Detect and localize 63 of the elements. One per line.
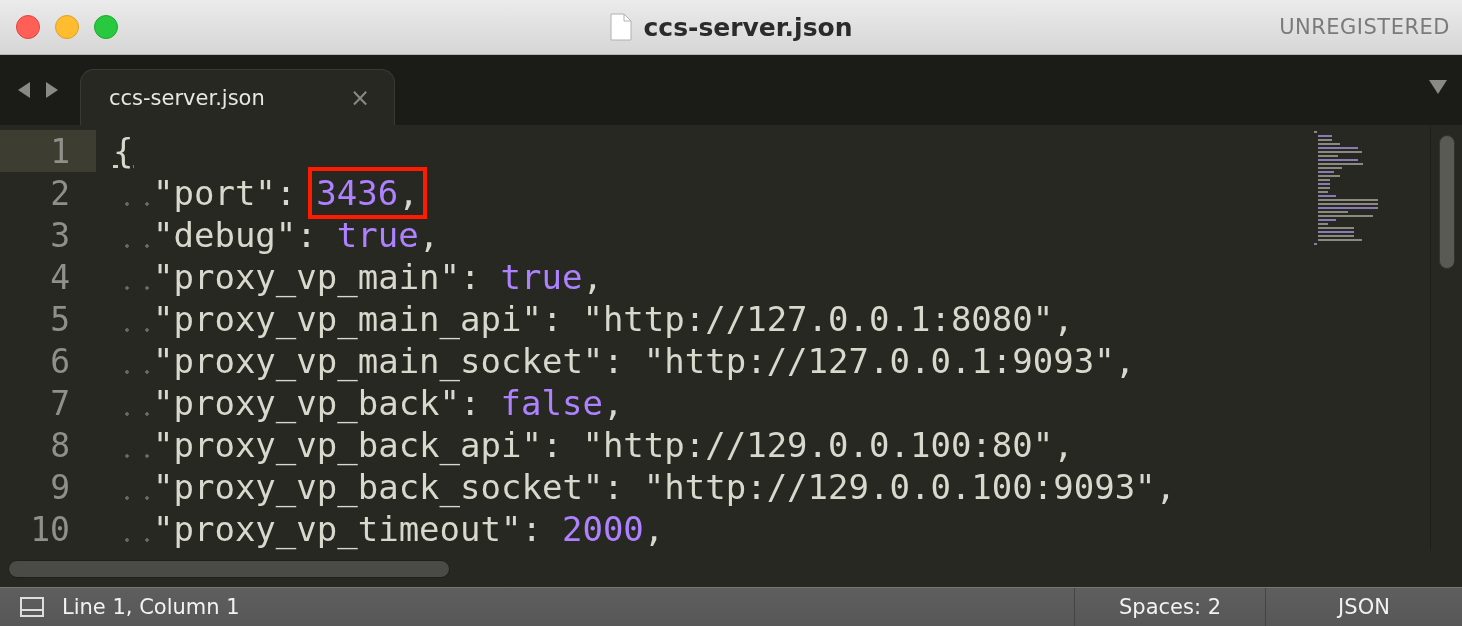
- line-number: 3: [50, 215, 70, 255]
- line-number: 5: [50, 299, 70, 339]
- file-tab[interactable]: ccs-server.json ×: [80, 69, 395, 125]
- line-number: 4: [50, 257, 70, 297]
- boolean-value: true: [336, 215, 419, 255]
- brace: {: [113, 131, 134, 171]
- panel-icon[interactable]: [20, 597, 44, 617]
- punctuation: ,: [1053, 425, 1074, 465]
- string-value: "http://129.0.0.100:80": [582, 425, 1054, 465]
- punctuation: ,: [418, 215, 440, 255]
- line-number: 10: [30, 509, 70, 549]
- punctuation: :: [603, 341, 624, 381]
- string-value: "http://129.0.0.100:9093": [643, 467, 1156, 507]
- close-tab-button[interactable]: ×: [349, 83, 370, 112]
- string-value: "http://127.0.0.1:8080": [582, 299, 1054, 339]
- punctuation: :: [460, 257, 481, 297]
- number-value: 3436: [316, 173, 399, 213]
- punctuation: ,: [1155, 467, 1177, 507]
- json-key: "port": [153, 173, 276, 213]
- punctuation: ,: [582, 257, 603, 297]
- punctuation: :: [541, 299, 563, 339]
- syntax-button[interactable]: JSON: [1265, 588, 1462, 626]
- punctuation: ,: [602, 383, 624, 423]
- punctuation: :: [541, 425, 563, 465]
- punctuation: :: [275, 173, 297, 213]
- scrollbar-thumb[interactable]: [8, 560, 450, 578]
- json-key: "proxy_vp_back_api": [153, 425, 542, 465]
- json-key: "proxy_vp_main_socket": [153, 341, 604, 381]
- punctuation: :: [521, 509, 542, 549]
- back-icon[interactable]: [16, 81, 32, 99]
- line-number: 8: [50, 425, 70, 465]
- json-key: "debug": [153, 215, 297, 255]
- json-key: "proxy_vp_back_socket": [153, 467, 604, 507]
- zoom-button[interactable]: [94, 15, 118, 39]
- line-number: 6: [50, 341, 70, 381]
- punctuation: :: [460, 383, 481, 423]
- number-value: 2000: [561, 509, 644, 549]
- punctuation: :: [296, 215, 317, 255]
- line-number: 1: [50, 131, 70, 171]
- license-label: UNREGISTERED: [1279, 15, 1450, 39]
- json-key: "proxy_vp_back": [153, 383, 461, 423]
- forward-icon[interactable]: [44, 81, 60, 99]
- json-key: "proxy_vp_timeout": [153, 509, 522, 549]
- close-button[interactable]: [16, 15, 40, 39]
- json-key: "proxy_vp_main": [153, 257, 461, 297]
- punctuation: ,: [643, 509, 665, 549]
- line-number: 7: [50, 383, 70, 423]
- punctuation: ,: [398, 173, 419, 213]
- dropdown-icon[interactable]: [1428, 79, 1448, 95]
- scrollbar-thumb[interactable]: [1438, 135, 1455, 269]
- boolean-value: false: [500, 383, 603, 423]
- indentation-button[interactable]: Spaces: 2: [1074, 588, 1265, 626]
- line-number: 2: [50, 173, 70, 213]
- json-key: "proxy_vp_main_api": [153, 299, 542, 339]
- window-title: ccs-server.json: [643, 12, 853, 42]
- string-value: "http://127.0.0.1:9093": [643, 341, 1115, 381]
- document-icon: [609, 13, 632, 41]
- boolean-value: true: [500, 257, 583, 297]
- cursor-position: Line 1, Column 1: [62, 595, 240, 619]
- punctuation: ,: [1114, 341, 1136, 381]
- punctuation: ,: [1053, 299, 1074, 339]
- punctuation: :: [603, 467, 624, 507]
- line-number: 9: [50, 467, 70, 507]
